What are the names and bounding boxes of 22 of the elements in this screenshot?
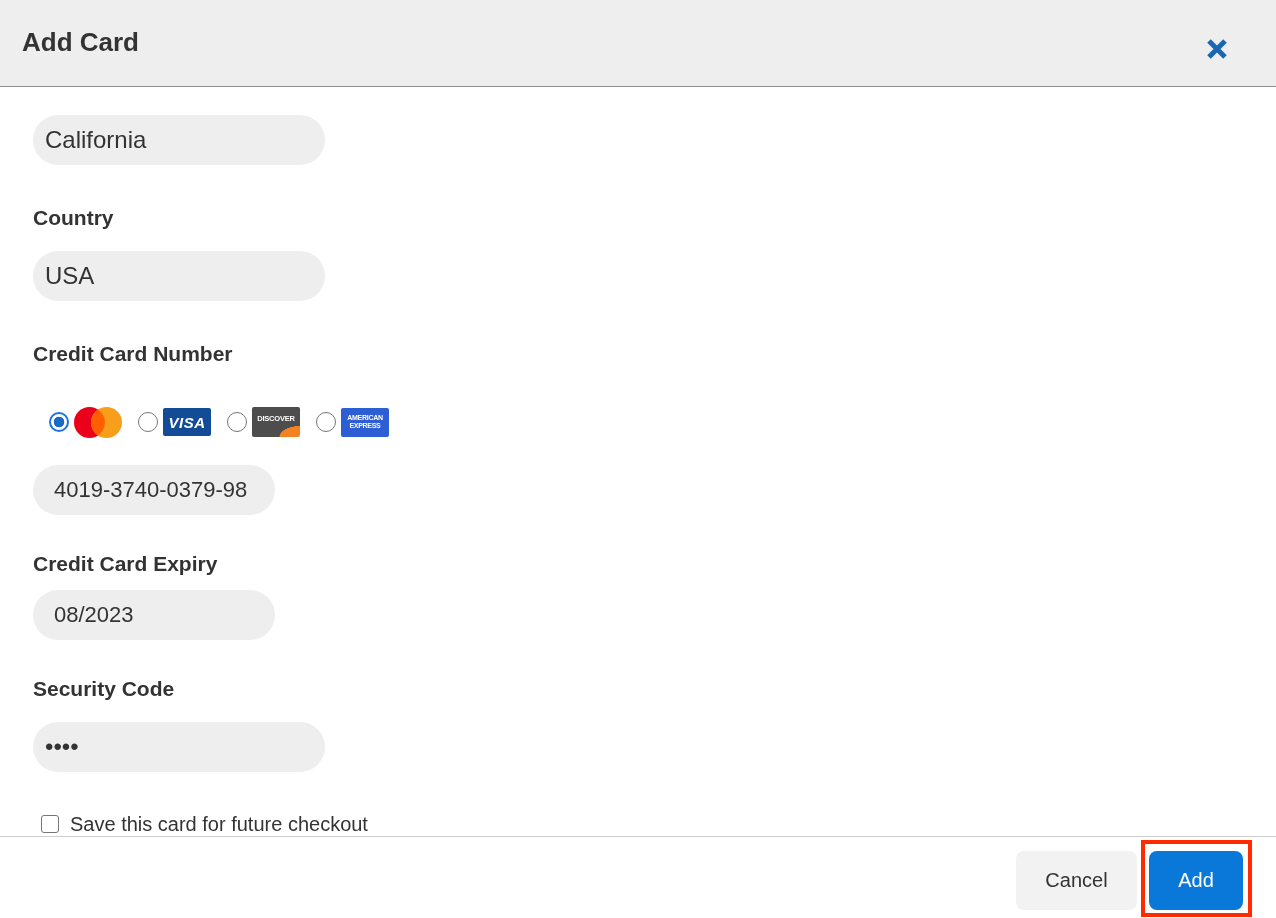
- input-field[interactable]: 08/2023: [33, 590, 275, 640]
- card-logo: VISA: [163, 408, 211, 436]
- checkbox-label: Save this card for future checkout: [70, 812, 368, 836]
- radio-button[interactable]: [316, 412, 336, 432]
- input-field[interactable]: ••••: [33, 722, 325, 772]
- close-icon: [1206, 38, 1228, 60]
- input-field[interactable]: California: [33, 115, 325, 165]
- field-label: Security Code: [33, 676, 175, 702]
- input-field[interactable]: 4019-3740-0379-98: [33, 465, 275, 515]
- overlapping-circles-icon: [74, 406, 122, 438]
- field-label: Country: [33, 205, 114, 231]
- dialog-title: Add Card: [22, 27, 139, 57]
- radio-button[interactable]: [227, 412, 247, 432]
- add-button[interactable]: Add: [1149, 851, 1243, 910]
- cancel-button[interactable]: Cancel: [1016, 851, 1137, 910]
- radio-button[interactable]: [138, 412, 158, 432]
- input-field[interactable]: USA: [33, 251, 325, 301]
- checkbox[interactable]: [41, 815, 59, 833]
- radio-button[interactable]: [49, 412, 69, 432]
- close-button[interactable]: [1206, 38, 1228, 60]
- field-label: Credit Card Number: [33, 341, 233, 367]
- field-label: Credit Card Expiry: [33, 551, 218, 577]
